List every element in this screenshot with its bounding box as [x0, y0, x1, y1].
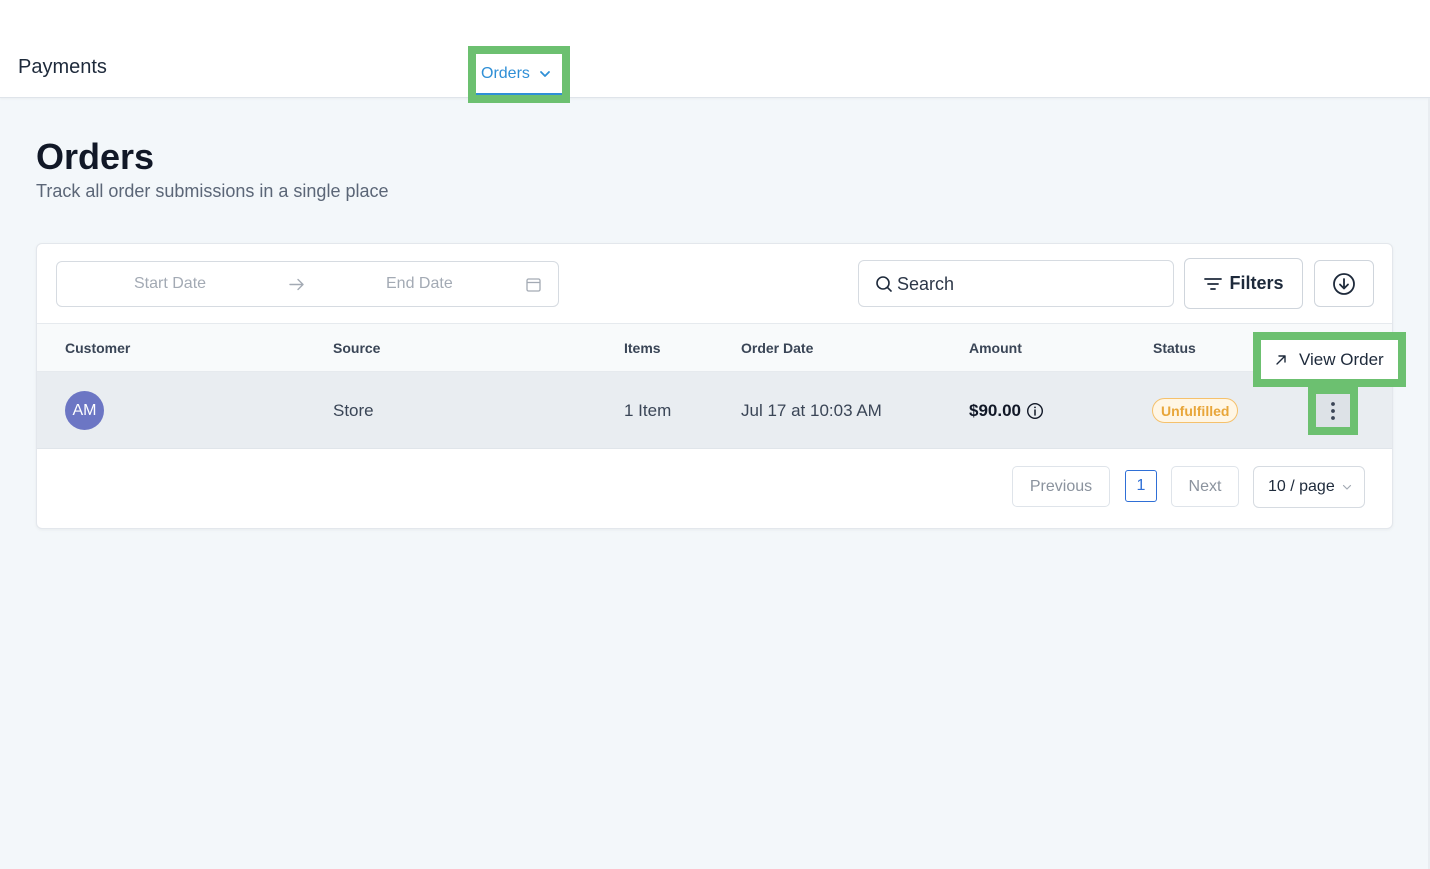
page-1-button[interactable]: 1: [1125, 470, 1157, 502]
download-icon: [1333, 272, 1355, 295]
view-order-menu-item[interactable]: View Order: [1261, 340, 1398, 379]
cell-items: 1 Item: [624, 401, 672, 420]
date-range-picker[interactable]: Start Date End Date: [56, 261, 559, 307]
column-header-items[interactable]: Items: [624, 340, 661, 356]
row-actions-highlight: [1308, 386, 1358, 435]
end-date-input[interactable]: End Date: [386, 275, 453, 293]
nav-orders-dropdown[interactable]: Orders: [476, 54, 562, 95]
top-bar: Payments Orders: [0, 0, 1430, 103]
amount-value: $90.00: [969, 401, 1021, 420]
nav-orders-highlight: Orders: [468, 46, 570, 103]
page-subtitle: Track all order submissions in a single …: [36, 181, 389, 201]
arrow-right-icon: [289, 278, 304, 291]
filters-label: Filters: [1229, 273, 1284, 293]
table-row[interactable]: AM Store 1 Item Jul 17 at 10:03 AM $90.0…: [37, 372, 1392, 449]
cell-source: Store: [333, 401, 374, 420]
previous-page-button[interactable]: Previous: [1012, 466, 1110, 507]
column-header-source[interactable]: Source: [333, 340, 380, 356]
cell-order-date: Jul 17 at 10:03 AM: [741, 401, 882, 420]
nav-orders-label: Orders: [481, 64, 530, 82]
page-size-select[interactable]: 10 / page: [1253, 466, 1365, 508]
cell-amount: $90.00: [969, 401, 1044, 421]
filters-button[interactable]: Filters: [1184, 258, 1303, 309]
orders-card: Start Date End Date Filters Customer Sou…: [36, 243, 1393, 529]
column-header-amount[interactable]: Amount: [969, 340, 1022, 356]
download-button[interactable]: [1314, 260, 1374, 307]
view-order-highlight: View Order: [1253, 332, 1406, 387]
next-page-button[interactable]: Next: [1171, 466, 1239, 507]
search-input[interactable]: [897, 271, 1157, 297]
filter-icon: [1204, 277, 1223, 290]
info-icon[interactable]: [1026, 402, 1044, 420]
column-header-order-date[interactable]: Order Date: [741, 340, 813, 356]
calendar-icon: [526, 278, 541, 292]
search-box[interactable]: [858, 260, 1174, 307]
search-icon: [876, 276, 892, 292]
view-order-label: View Order: [1299, 349, 1384, 369]
more-vertical-icon: [1331, 401, 1335, 420]
arrow-up-right-icon: [1276, 354, 1286, 365]
page-size-value: 10 / page: [1268, 478, 1335, 495]
column-header-customer[interactable]: Customer: [65, 340, 130, 356]
page-title: Orders: [36, 136, 155, 177]
avatar: AM: [65, 391, 104, 430]
column-header-status[interactable]: Status: [1153, 340, 1196, 356]
status-badge: Unfulfilled: [1152, 398, 1239, 423]
chevron-down-icon: [540, 70, 550, 77]
chevron-down-icon: [1342, 484, 1351, 490]
app-title: Payments: [18, 56, 107, 78]
start-date-input[interactable]: Start Date: [134, 275, 206, 293]
row-actions-button[interactable]: [1316, 394, 1350, 427]
table-header: Customer Source Items Order Date Amount …: [37, 323, 1392, 372]
